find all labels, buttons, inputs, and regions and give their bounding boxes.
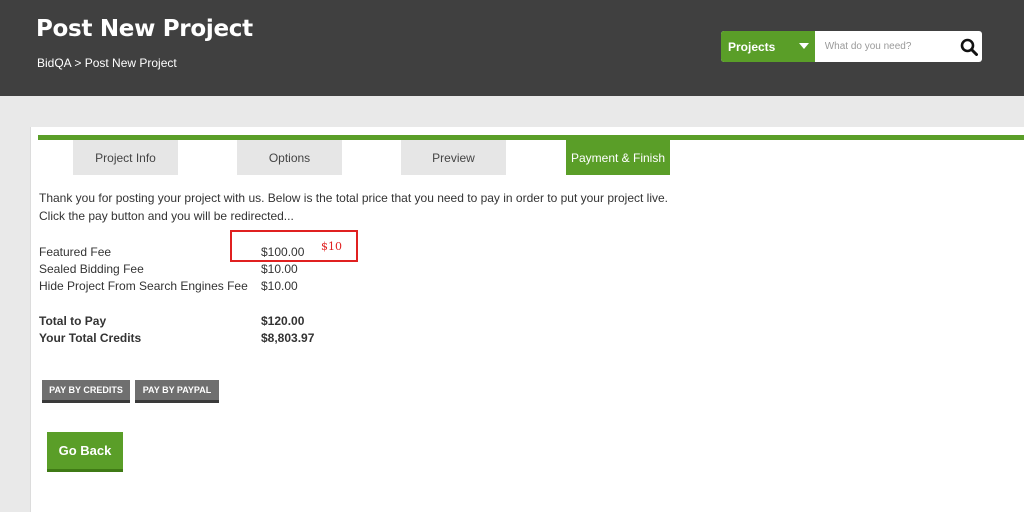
search-input[interactable] <box>814 31 957 62</box>
credits-label: Your Total Credits <box>39 331 142 345</box>
tab-options[interactable]: Options <box>237 140 342 175</box>
fee-label-featured: Featured Fee <box>39 245 112 259</box>
fee-value-hide-project: $10.00 <box>261 279 298 293</box>
fee-label-sealed-bidding: Sealed Bidding Fee <box>39 262 144 276</box>
fee-value-sealed-bidding: $10.00 <box>261 262 298 276</box>
info-message-line-2: Click the pay button and you will be red… <box>39 209 294 223</box>
info-message: Thank you for posting your project with … <box>39 189 668 225</box>
pay-by-credits-button[interactable]: PAY BY CREDITS <box>42 380 130 403</box>
search-category-select[interactable]: Projects <box>721 31 815 62</box>
chevron-down-icon <box>798 43 809 49</box>
content-panel <box>30 127 1024 512</box>
breadcrumb: BidQA > Post New Project <box>37 56 177 70</box>
go-back-button[interactable]: Go Back <box>47 432 123 472</box>
search-icon <box>961 38 979 56</box>
tab-preview[interactable]: Preview <box>401 140 506 175</box>
annotation-text: $10 <box>321 240 342 253</box>
fee-label-hide-project: Hide Project From Search Engines Fee <box>39 279 248 293</box>
page-title: Post New Project <box>36 16 253 42</box>
tabs-divider <box>38 135 1024 140</box>
search-category-label: Projects <box>728 39 776 54</box>
credits-value: $8,803.97 <box>261 331 315 345</box>
pay-by-paypal-button[interactable]: PAY BY PAYPAL <box>135 380 219 403</box>
search-bar: Projects <box>721 31 982 62</box>
tab-payment-finish[interactable]: Payment & Finish <box>566 140 670 175</box>
tab-project-info[interactable]: Project Info <box>73 140 178 175</box>
total-value: $120.00 <box>261 314 305 328</box>
total-label: Total to Pay <box>39 314 107 328</box>
page-header: Post New Project BidQA > Post New Projec… <box>0 0 1024 96</box>
info-message-line-1: Thank you for posting your project with … <box>39 191 669 205</box>
search-button[interactable] <box>957 31 982 62</box>
